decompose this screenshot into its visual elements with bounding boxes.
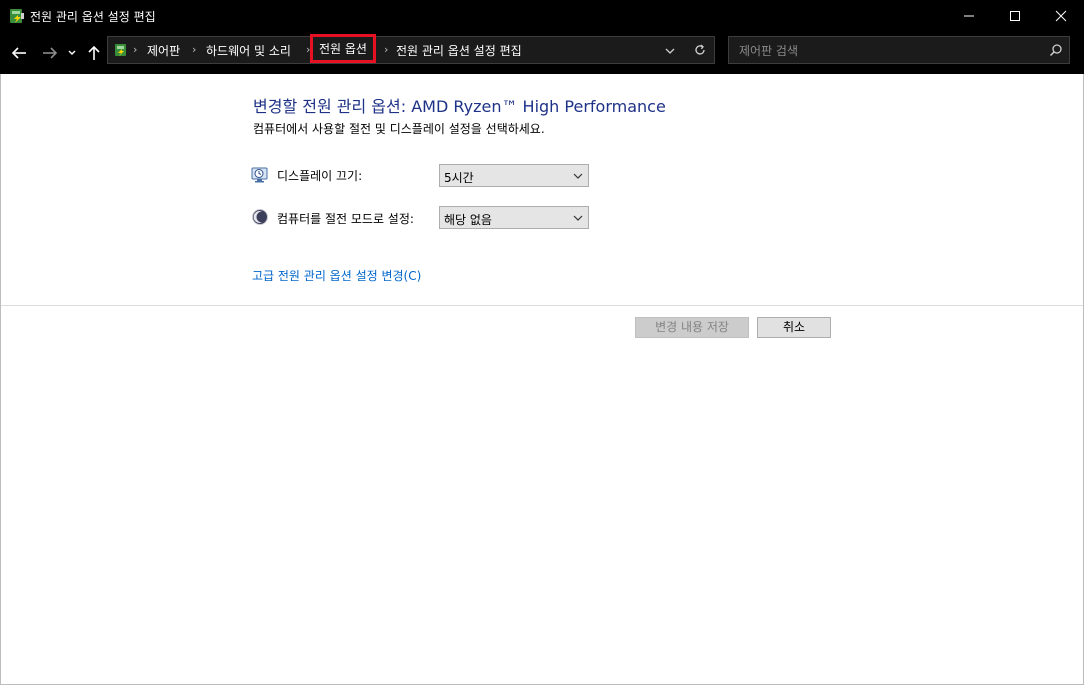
up-button[interactable] [84,43,104,63]
chevron-down-icon [665,48,675,54]
breadcrumb-item-control-panel[interactable]: 제어판 [147,42,180,59]
search-box[interactable] [728,36,1070,64]
breadcrumb-item-hardware-sound[interactable]: 하드웨어 및 소리 [206,42,291,59]
breadcrumb-separator-icon[interactable]: › [192,43,196,56]
sleep-label: 컴퓨터를 절전 모드로 설정: [277,212,414,226]
moon-icon [251,208,269,226]
breadcrumb-item-edit-plan[interactable]: 전원 관리 옵션 설정 편집 [396,42,522,59]
close-button[interactable] [1038,0,1084,32]
breadcrumb-item-power-options[interactable]: 전원 옵션 [310,34,376,63]
refresh-icon [695,44,705,55]
recent-locations-button[interactable] [65,43,79,63]
arrow-up-icon [88,45,100,60]
breadcrumb-separator-icon: › [133,43,138,56]
arrow-right-icon [43,47,58,59]
cancel-button[interactable]: 취소 [757,317,831,338]
forward-button[interactable] [40,43,60,63]
minimize-icon [964,15,974,17]
display-off-select[interactable]: 5시간 [439,164,589,187]
maximize-icon [1010,11,1020,21]
monitor-clock-icon [251,166,269,184]
arrow-left-icon [11,47,26,59]
address-history-button[interactable] [664,45,676,59]
minimize-button[interactable] [946,0,992,32]
search-icon[interactable] [1049,43,1063,60]
close-icon [1055,10,1067,22]
sleep-value: 해당 없음 [444,213,492,227]
title-bar: 전원 관리 옵션 설정 편집 [0,0,1084,32]
maximize-button[interactable] [992,0,1038,32]
chevron-down-icon [68,50,76,55]
navigation-bar: › 제어판 › 하드웨어 및 소리 › 전원 옵션 › 전원 관리 옵션 설정 … [0,32,1084,74]
search-input[interactable] [737,42,1041,60]
display-off-value: 5시간 [444,171,474,185]
breadcrumb-separator-icon[interactable]: › [384,43,388,56]
refresh-button[interactable] [693,43,707,60]
chevron-down-icon [573,215,583,221]
window-title: 전원 관리 옵션 설정 편집 [30,10,156,24]
chevron-down-icon [573,173,583,179]
display-off-label: 디스플레이 끄기: [277,169,363,183]
page-title: 변경할 전원 관리 옵션: AMD Ryzen™ High Performanc… [253,97,666,116]
advanced-settings-link[interactable]: 고급 전원 관리 옵션 설정 변경(C) [252,267,421,284]
save-changes-button[interactable]: 변경 내용 저장 [635,317,749,338]
power-options-icon [8,7,26,25]
address-bar[interactable]: › 제어판 › 하드웨어 및 소리 › 전원 옵션 › 전원 관리 옵션 설정 … [107,34,715,64]
divider [1,305,1083,306]
page-subtitle: 컴퓨터에서 사용할 절전 및 디스플레이 설정을 선택하세요. [253,122,545,136]
back-button[interactable] [10,43,30,63]
sleep-select[interactable]: 해당 없음 [439,206,589,229]
control-panel-icon [112,41,130,59]
